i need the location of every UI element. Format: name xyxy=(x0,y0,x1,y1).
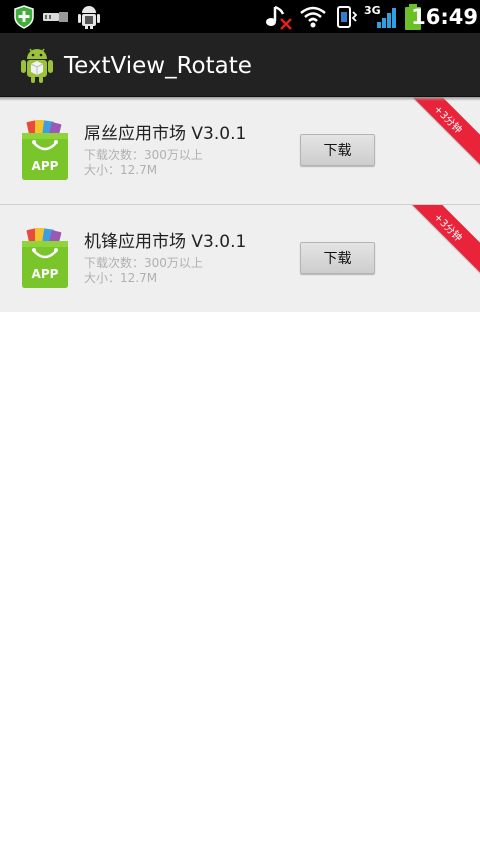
list-item[interactable]: APP 机锋应用市场 V3.0.1 下载次数：300万以上 大小：12.7M 下… xyxy=(0,204,480,312)
app-title: 屌丝应用市场 V3.0.1 xyxy=(84,124,247,144)
music-muted-icon xyxy=(264,0,294,33)
app-store-bag-icon: APP xyxy=(20,227,70,289)
android-debug-icon xyxy=(76,0,102,33)
usb-icon xyxy=(42,0,70,33)
app-logo-label: APP xyxy=(32,267,59,281)
network-type-label: 3G xyxy=(364,4,381,17)
time-ribbon: +3分钟 xyxy=(395,97,480,172)
app-size: 大小：12.7M xyxy=(84,271,158,285)
android-app-icon[interactable] xyxy=(18,45,56,85)
wifi-icon xyxy=(299,0,327,33)
vibrate-icon xyxy=(333,0,361,33)
app-size: 大小：12.7M xyxy=(84,163,158,177)
app-store-bag-icon: APP xyxy=(20,119,70,181)
app-logo-label: APP xyxy=(32,159,59,173)
download-button[interactable]: 下载 xyxy=(300,242,375,274)
security-shield-icon xyxy=(12,0,36,33)
page-title: TextView_Rotate xyxy=(64,53,252,79)
app-title: 机锋应用市场 V3.0.1 xyxy=(84,232,247,252)
list-item[interactable]: APP 屌丝应用市场 V3.0.1 下载次数：300万以上 大小：12.7M 下… xyxy=(0,97,480,204)
status-time: 16:49 xyxy=(411,5,478,29)
download-button[interactable]: 下载 xyxy=(300,134,375,166)
time-ribbon: +3分钟 xyxy=(395,205,480,280)
action-bar: TextView_Rotate xyxy=(0,33,480,97)
status-bar: 3G 16:49 xyxy=(0,0,480,33)
action-bar-shadow xyxy=(0,97,480,101)
app-list: APP 屌丝应用市场 V3.0.1 下载次数：300万以上 大小：12.7M 下… xyxy=(0,97,480,312)
